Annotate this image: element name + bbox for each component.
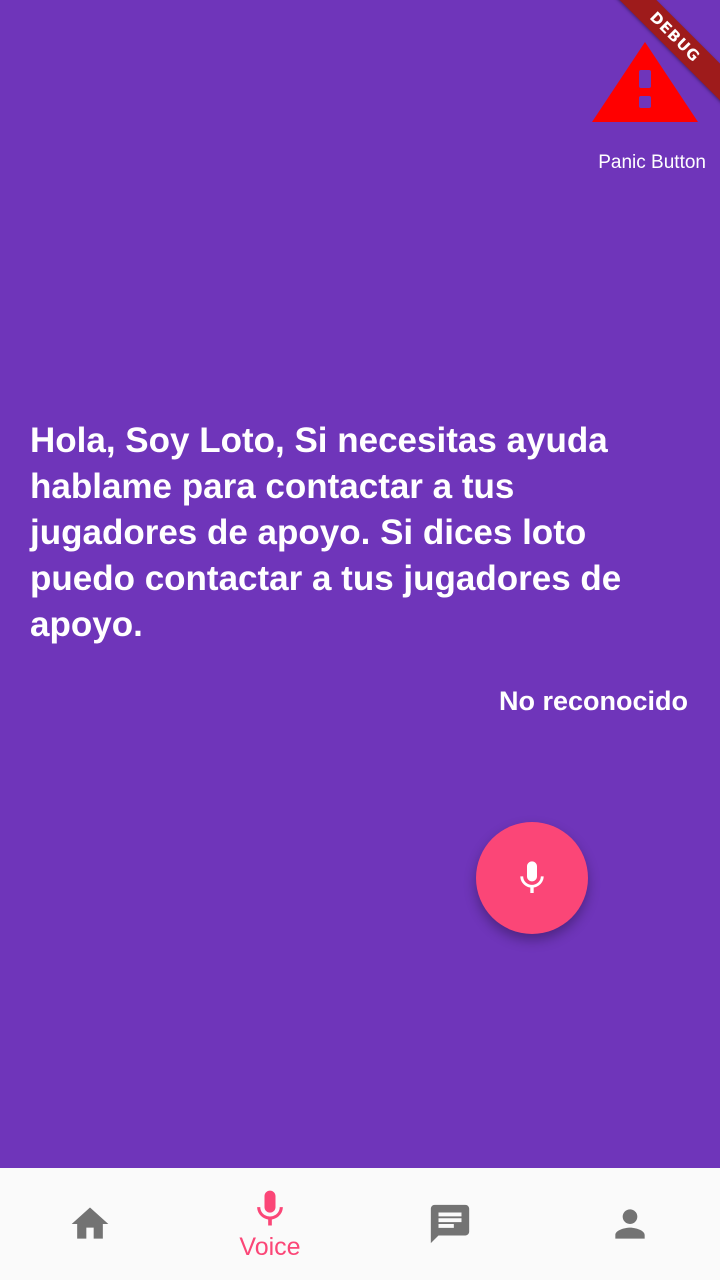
home-icon bbox=[71, 1207, 109, 1239]
nav-item-voice[interactable]: Voice bbox=[180, 1168, 360, 1280]
chat-icon bbox=[430, 1204, 470, 1244]
mic-button[interactable] bbox=[476, 822, 588, 934]
recognition-status: No reconocido bbox=[498, 686, 688, 716]
nav-item-home[interactable] bbox=[0, 1168, 180, 1280]
nav-item-profile[interactable] bbox=[540, 1168, 720, 1280]
panic-button-label: Panic Button bbox=[598, 152, 706, 173]
voice-screen: Panic Button DEBUG Hola, Soy Loto, Si ne… bbox=[0, 0, 720, 1280]
person-icon bbox=[615, 1209, 645, 1239]
nav-item-messages[interactable] bbox=[360, 1168, 540, 1280]
mic-icon bbox=[520, 861, 544, 893]
mic-icon bbox=[257, 1190, 283, 1225]
bottom-navigation: Voice bbox=[0, 1168, 720, 1280]
assistant-message: Hola, Soy Loto, Si necesitas ayuda habla… bbox=[30, 421, 622, 644]
nav-item-label: Voice bbox=[239, 1232, 301, 1261]
